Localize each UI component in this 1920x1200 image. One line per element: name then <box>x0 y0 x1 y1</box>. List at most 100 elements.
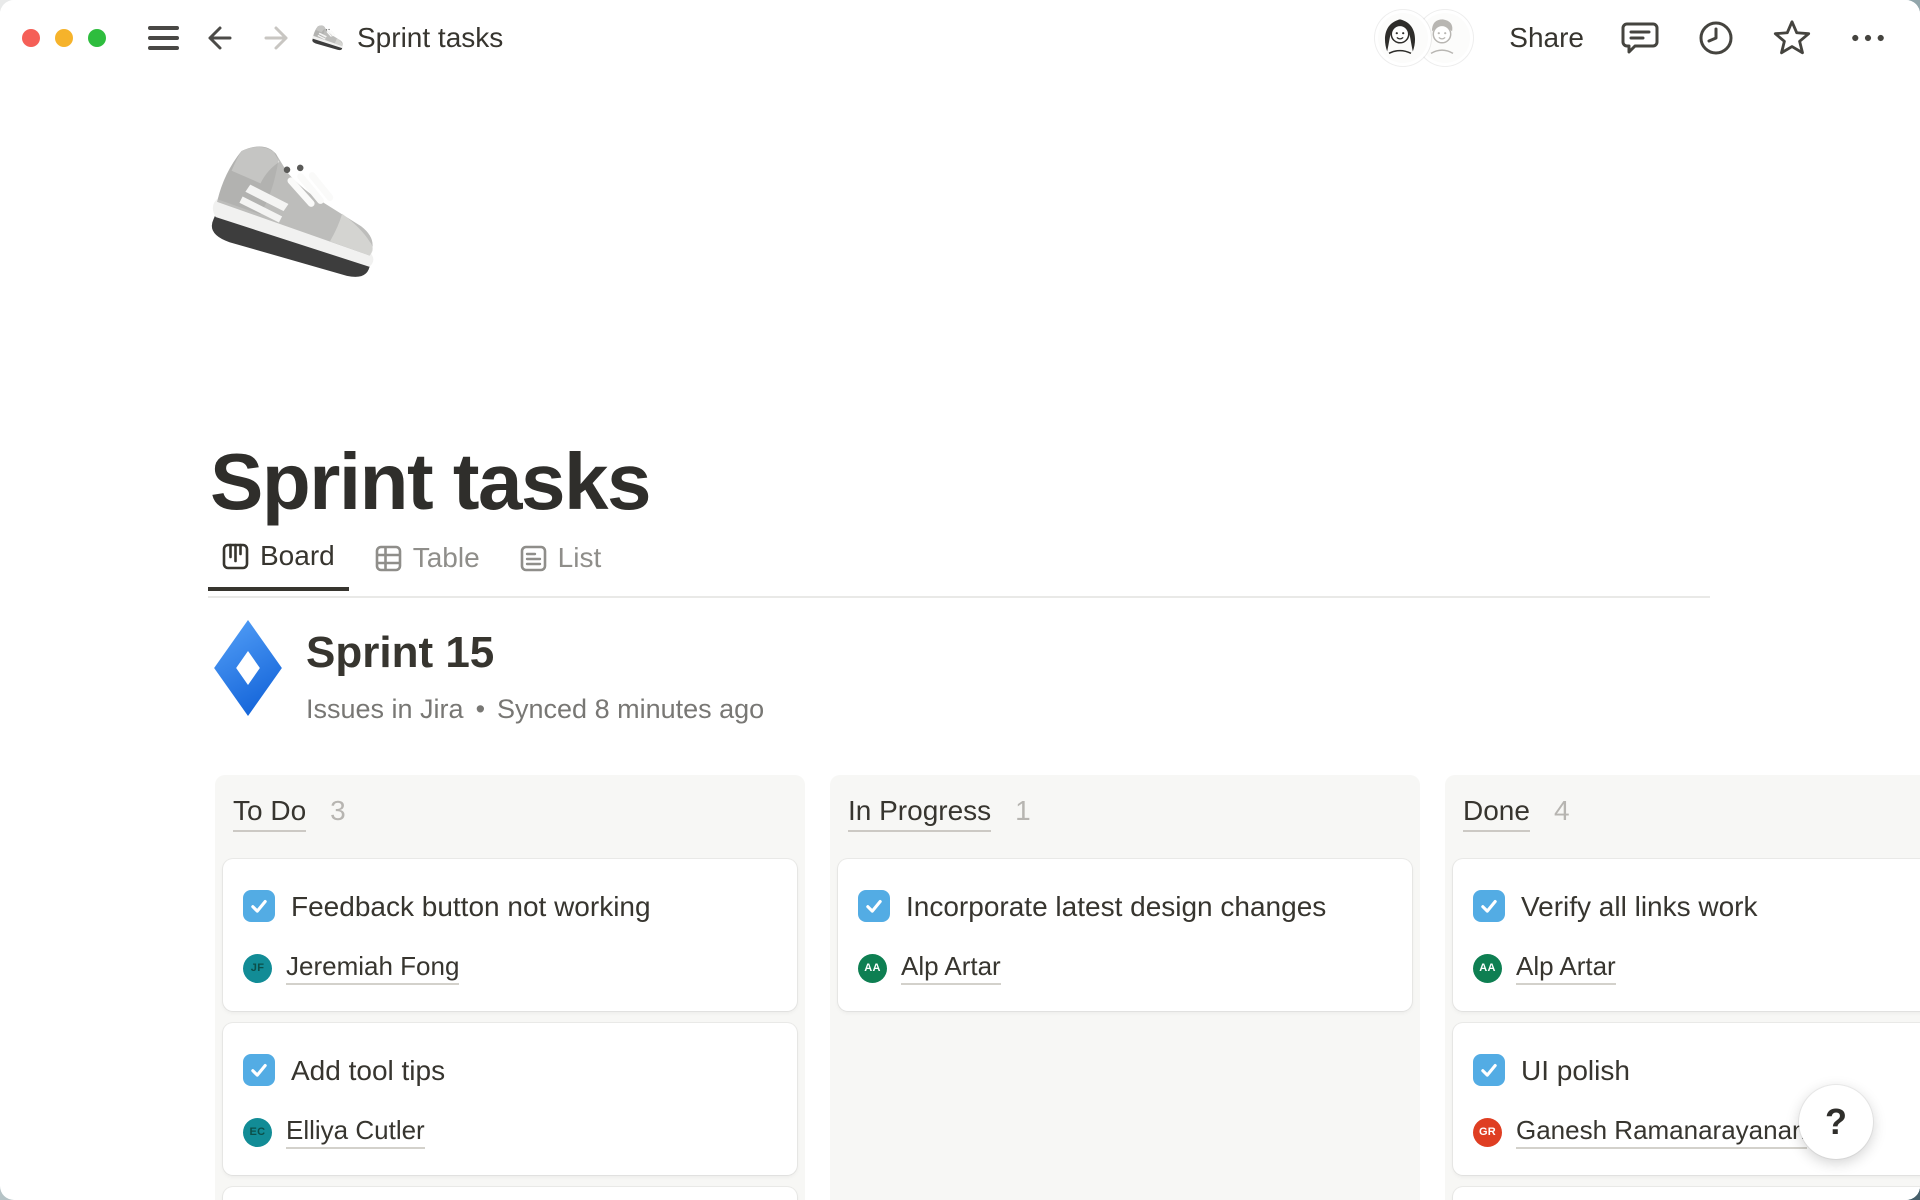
card-title: Verify all links work <box>1521 891 1758 922</box>
assignee-avatar: EC <box>243 1118 272 1147</box>
task-card[interactable] <box>1453 1187 1920 1200</box>
favorite-button[interactable] <box>1772 18 1812 58</box>
assignee-name[interactable]: Elliya Cutler <box>286 1115 425 1149</box>
column-name[interactable]: To Do <box>233 795 306 832</box>
tab-list-label: List <box>558 542 602 574</box>
tab-board-label: Board <box>260 540 335 572</box>
column-header: In Progress 1 <box>830 775 1420 832</box>
tabs-divider <box>208 596 1710 598</box>
assignee-name[interactable]: Ganesh Ramanarayanan <box>1516 1115 1807 1149</box>
assignee-row: AA Alp Artar <box>1473 951 1920 985</box>
avatar[interactable] <box>1375 10 1431 66</box>
forward-button[interactable] <box>259 20 295 56</box>
board-view-icon <box>222 543 249 570</box>
task-card[interactable] <box>223 1187 797 1200</box>
database-source-link[interactable]: Issues in Jira <box>306 694 464 725</box>
checked-checkbox[interactable] <box>243 1054 275 1086</box>
assignee-name[interactable]: Jeremiah Fong <box>286 951 459 985</box>
presence-avatars[interactable] <box>1375 10 1473 66</box>
assignee-avatar: JF <box>243 954 272 983</box>
assignee-avatar: AA <box>858 954 887 983</box>
star-icon <box>1772 17 1812 59</box>
checked-checkbox[interactable] <box>1473 890 1505 922</box>
column-count: 3 <box>330 795 346 827</box>
tab-board[interactable]: Board <box>208 540 349 591</box>
task-card[interactable]: Add tool tips EC Elliya Cutler <box>223 1023 797 1175</box>
page-sneaker-icon[interactable] <box>205 118 395 308</box>
topbar: Sprint tasks <box>0 0 1920 76</box>
check-icon <box>248 1059 270 1081</box>
help-button[interactable]: ? <box>1799 1085 1873 1159</box>
assignee-avatar: AA <box>1473 954 1502 983</box>
check-icon <box>1478 895 1500 917</box>
kanban-board: To Do 3 Feedback button not working JF J… <box>215 775 1920 1200</box>
card-title-row: Incorporate latest design changes <box>858 887 1392 927</box>
card-title-row: Feedback button not working <box>243 887 777 927</box>
view-tabs: Board Table List <box>208 540 615 591</box>
subtitle-separator: • <box>476 694 485 725</box>
close-window-button[interactable] <box>22 29 40 47</box>
card-title: UI polish <box>1521 1055 1630 1086</box>
card-title-row: UI polish <box>1473 1051 1920 1091</box>
database-subtitle: Issues in Jira • Synced 8 minutes ago <box>306 694 764 725</box>
updates-button[interactable] <box>1696 18 1736 58</box>
share-button[interactable]: Share <box>1509 22 1584 54</box>
window-controls <box>22 29 106 47</box>
checked-checkbox[interactable] <box>243 890 275 922</box>
database-title[interactable]: Sprint 15 <box>306 628 764 678</box>
check-icon <box>863 895 885 917</box>
assignee-name[interactable]: Alp Artar <box>1516 951 1616 985</box>
back-arrow-icon <box>202 21 236 55</box>
column-name[interactable]: Done <box>1463 795 1530 832</box>
comment-icon <box>1620 18 1660 58</box>
database-header: Sprint 15 Issues in Jira • Synced 8 minu… <box>214 620 764 725</box>
assignee-row: EC Elliya Cutler <box>243 1115 777 1149</box>
card-title-row: Verify all links work <box>1473 887 1920 927</box>
assignee-name[interactable]: Alp Artar <box>901 951 1001 985</box>
assignee-avatar: GR <box>1473 1118 1502 1147</box>
card-list: Feedback button not working JF Jeremiah … <box>223 859 797 1200</box>
card-list: Incorporate latest design changes AA Alp… <box>838 859 1412 1011</box>
sync-status: Synced 8 minutes ago <box>497 694 764 725</box>
checked-checkbox[interactable] <box>858 890 890 922</box>
column-in-progress: In Progress 1 Incorporate latest design … <box>830 775 1420 1200</box>
topbar-actions: Share <box>1375 0 1920 76</box>
tab-list[interactable]: List <box>506 540 616 591</box>
tab-table[interactable]: Table <box>361 540 494 591</box>
task-card[interactable]: Verify all links work AA Alp Artar <box>1453 859 1920 1011</box>
card-title-row: Add tool tips <box>243 1051 777 1091</box>
comments-button[interactable] <box>1620 18 1660 58</box>
notion-window: Sprint tasks <box>0 0 1920 1200</box>
check-icon <box>248 895 270 917</box>
card-title: Add tool tips <box>291 1055 445 1086</box>
tab-table-label: Table <box>413 542 480 574</box>
jira-logo-icon <box>214 620 282 716</box>
checked-checkbox[interactable] <box>1473 1054 1505 1086</box>
table-view-icon <box>375 545 402 572</box>
minimize-window-button[interactable] <box>55 29 73 47</box>
column-to-do: To Do 3 Feedback button not working JF J… <box>215 775 805 1200</box>
column-header: Done 4 <box>1445 775 1920 832</box>
ellipsis-icon <box>1848 18 1888 58</box>
page-title[interactable]: Sprint tasks <box>210 436 650 528</box>
clock-icon <box>1696 18 1736 58</box>
column-count: 1 <box>1015 795 1031 827</box>
assignee-row: JF Jeremiah Fong <box>243 951 777 985</box>
sidebar-toggle-icon[interactable] <box>148 26 179 50</box>
zoom-window-button[interactable] <box>88 29 106 47</box>
forward-arrow-icon <box>260 21 294 55</box>
back-button[interactable] <box>201 20 237 56</box>
task-card[interactable]: Feedback button not working JF Jeremiah … <box>223 859 797 1011</box>
breadcrumb-sneaker-icon <box>311 23 347 53</box>
assignee-row: AA Alp Artar <box>858 951 1392 985</box>
card-title: Feedback button not working <box>291 891 651 922</box>
breadcrumb[interactable]: Sprint tasks <box>357 22 503 54</box>
card-title: Incorporate latest design changes <box>906 891 1326 922</box>
more-options-button[interactable] <box>1848 18 1888 58</box>
task-card[interactable]: Incorporate latest design changes AA Alp… <box>838 859 1412 1011</box>
column-name[interactable]: In Progress <box>848 795 991 832</box>
column-header: To Do 3 <box>215 775 805 832</box>
column-count: 4 <box>1554 795 1570 827</box>
check-icon <box>1478 1059 1500 1081</box>
list-view-icon <box>520 545 547 572</box>
